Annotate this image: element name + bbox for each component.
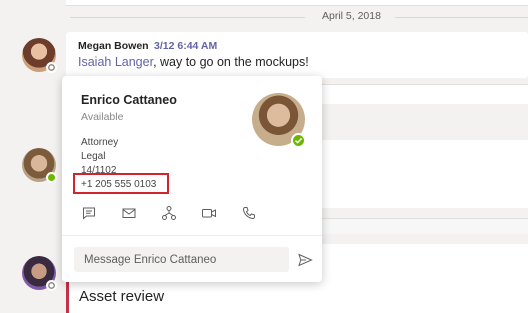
video-call-icon[interactable] xyxy=(201,205,217,221)
presence-offline-icon xyxy=(46,62,57,73)
send-icon[interactable] xyxy=(297,252,313,268)
divider-line-right xyxy=(395,17,528,18)
message-body: Isaiah Langer, way to go on the mockups! xyxy=(78,55,309,69)
message-card[interactable]: Megan Bowen 3/12 6:44 AM Isaiah Langer, … xyxy=(66,32,528,78)
message-author[interactable]: Megan Bowen xyxy=(78,40,149,52)
message-timestamp: 3/12 6:44 AM xyxy=(154,40,218,52)
message-text: , way to go on the mockups! xyxy=(153,55,309,69)
date-label: April 5, 2018 xyxy=(322,10,381,22)
profile-actions xyxy=(81,205,281,221)
chat-icon[interactable] xyxy=(81,205,97,221)
importance-bar xyxy=(66,280,69,313)
profile-status: Available xyxy=(81,111,124,123)
presence-available-icon xyxy=(291,133,306,148)
presence-available-icon xyxy=(46,172,57,183)
profile-name: Enrico Cattaneo xyxy=(81,93,177,107)
phone-highlight-box xyxy=(73,173,169,194)
presence-offline-icon xyxy=(46,280,57,291)
thread-title: Asset review xyxy=(79,288,165,305)
mail-icon[interactable] xyxy=(121,205,137,221)
divider-line-left xyxy=(70,17,305,18)
card-divider xyxy=(62,235,322,236)
profile-department: Legal xyxy=(81,151,106,162)
date-divider: April 5, 2018 xyxy=(0,8,528,26)
phone-call-icon[interactable] xyxy=(241,205,257,221)
mention-link[interactable]: Isaiah Langer xyxy=(78,55,153,69)
previous-message-card xyxy=(66,0,528,6)
teams-chat-view: April 5, 2018 Megan Bowen 3/12 6:44 AM I… xyxy=(0,0,528,313)
message-input[interactable] xyxy=(74,247,289,272)
profile-card-popup: Enrico Cattaneo Available Attorney Legal… xyxy=(62,76,322,282)
profile-job-title: Attorney xyxy=(81,137,119,148)
org-chart-icon[interactable] xyxy=(161,205,177,221)
